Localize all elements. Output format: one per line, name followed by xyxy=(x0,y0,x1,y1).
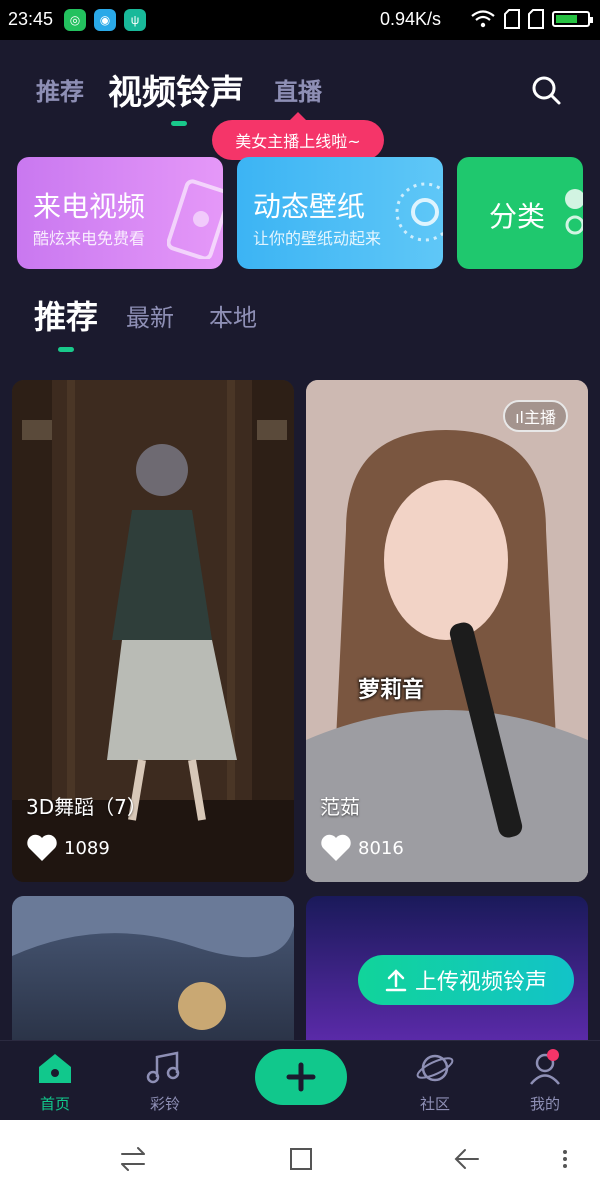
sim-icon xyxy=(528,9,544,29)
video-card-partial[interactable] xyxy=(12,896,294,1040)
system-nav-bar xyxy=(0,1120,600,1200)
live-tip-bubble[interactable]: 美女主播上线啦~ xyxy=(212,120,384,160)
video-thumbnail xyxy=(12,896,294,1030)
sim-icon xyxy=(504,9,520,29)
category-icon xyxy=(565,189,583,235)
battery-icon xyxy=(552,11,593,27)
heart-icon xyxy=(27,834,57,861)
nav-label: 社区 xyxy=(419,1095,450,1113)
sub-tabs: 推荐 最新 本地 xyxy=(0,290,600,352)
live-badge: ıl主播 xyxy=(503,400,568,432)
heart-icon xyxy=(321,834,351,861)
card-call-video[interactable]: 来电视频 酷炫来电免费看 xyxy=(17,157,223,269)
card-category[interactable]: 分类 xyxy=(457,157,583,269)
switch-icon[interactable] xyxy=(118,1144,148,1174)
tab-live[interactable]: 直播 xyxy=(274,72,322,107)
upload-icon xyxy=(385,969,407,992)
tab-recommend[interactable]: 推荐 xyxy=(36,72,84,107)
network-speed: 0.94K/s xyxy=(380,9,442,29)
app-green-icon: ◎ xyxy=(64,9,86,31)
video-title: 3D舞蹈（7） xyxy=(26,795,147,819)
likes-value: 1089 xyxy=(64,837,110,859)
active-tab-indicator xyxy=(171,121,187,126)
feature-cards: 来电视频 酷炫来电免费看 动态壁纸 让你的壁纸动起来 分类 xyxy=(17,157,600,269)
subtab-indicator xyxy=(58,347,74,352)
subtab-local[interactable]: 本地 xyxy=(209,298,257,333)
card-subtitle: 酷炫来电免费看 xyxy=(33,229,146,248)
status-bar: 23:45 ◎ ◉ ψ 0.94K/s xyxy=(0,0,600,40)
nav-profile[interactable]: 我的 xyxy=(505,1049,585,1114)
video-card-fanru[interactable]: ıl主播 萝莉音 范茹 8016 xyxy=(306,380,588,882)
create-button[interactable] xyxy=(255,1049,347,1105)
card-subtitle: 让你的壁纸动起来 xyxy=(253,229,382,248)
nav-label: 我的 xyxy=(529,1095,560,1113)
search-icon[interactable] xyxy=(530,74,562,106)
nav-label: 彩铃 xyxy=(149,1095,180,1113)
planet-icon xyxy=(416,1054,454,1082)
likes-value: 8016 xyxy=(358,837,404,859)
nav-ringtone[interactable]: 彩铃 xyxy=(125,1051,205,1114)
music-icon xyxy=(146,1051,180,1084)
likes-count: 8016 xyxy=(320,834,404,862)
bottom-nav: 首页 彩铃 社区 我的 xyxy=(0,1040,600,1121)
video-title: 范茹 xyxy=(320,795,360,819)
tab-video-ringtone[interactable]: 视频铃声 xyxy=(108,65,244,114)
plus-icon xyxy=(286,1062,316,1092)
status-time: 23:45 xyxy=(8,9,54,29)
home-icon xyxy=(39,1054,71,1083)
profile-icon xyxy=(530,1053,560,1085)
more-icon[interactable] xyxy=(560,1144,570,1174)
card-title: 来电视频 xyxy=(33,190,146,223)
app-blue-icon: ◉ xyxy=(94,9,116,31)
phone-card-icon xyxy=(167,179,223,259)
upload-label: 上传视频铃声 xyxy=(414,970,547,995)
likes-count: 1089 xyxy=(26,834,110,862)
nav-label: 首页 xyxy=(39,1095,70,1113)
wifi-icon xyxy=(471,10,495,28)
card-title: 分类 xyxy=(489,200,546,233)
subtab-recommend[interactable]: 推荐 xyxy=(34,292,98,338)
video-overlay-text: 萝莉音 xyxy=(358,678,425,703)
card-title: 动态壁纸 xyxy=(253,190,366,223)
notification-dot xyxy=(547,1049,559,1061)
card-live-wallpaper[interactable]: 动态壁纸 让你的壁纸动起来 xyxy=(237,157,443,269)
wallpaper-circle-icon xyxy=(395,182,443,242)
live-badge-label: 主播 xyxy=(523,408,556,427)
live-bars-icon: ıl xyxy=(515,408,524,427)
nav-community[interactable]: 社区 xyxy=(395,1051,475,1114)
nav-home[interactable]: 首页 xyxy=(15,1051,95,1114)
home-square-icon[interactable] xyxy=(286,1144,316,1174)
usb-icon: ψ xyxy=(124,9,146,31)
back-icon[interactable] xyxy=(452,1144,482,1174)
subtab-latest[interactable]: 最新 xyxy=(126,298,174,333)
upload-video-ringtone-button[interactable]: 上传视频铃声 xyxy=(358,955,574,1005)
video-card-dance[interactable]: 3D舞蹈（7） 1089 xyxy=(12,380,294,882)
